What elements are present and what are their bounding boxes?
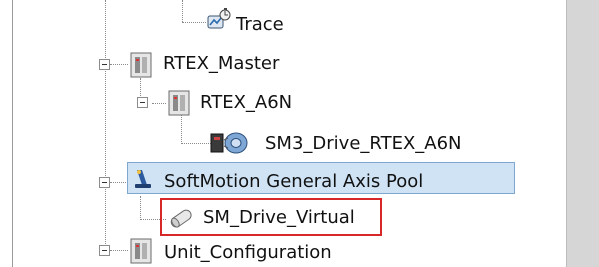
collapse-icon[interactable]: [99, 245, 110, 256]
tree-guide-line: [110, 64, 128, 65]
device-module-icon: [130, 52, 152, 82]
virtual-drive-icon: [166, 205, 198, 235]
scrollbar-border: [566, 0, 567, 267]
collapse-icon[interactable]: [99, 177, 110, 188]
tree-left-border: [12, 0, 13, 267]
tree-guide-line: [182, 0, 183, 22]
trace-icon: [207, 8, 233, 34]
tree-guide-line: [110, 250, 128, 251]
axis-pool-icon: [133, 168, 153, 194]
collapse-icon[interactable]: [99, 59, 110, 70]
tree-guide-line: [181, 143, 211, 144]
tree-item-label: Unit_Configuration: [164, 242, 332, 263]
collapse-icon[interactable]: [137, 97, 148, 108]
tree-guide-line: [110, 182, 128, 183]
servo-drive-icon: [210, 128, 250, 160]
tree-item-label: SM3_Drive_RTEX_A6N: [265, 133, 462, 154]
tree-guide-line: [105, 0, 106, 252]
tree-guide-line: [152, 103, 166, 104]
tree-guide-line: [140, 196, 141, 220]
device-tree-panel: Trace RTEX_Master RTEX_A6N SM3_Drive_RTE…: [0, 0, 566, 267]
tree-guide-line: [182, 22, 206, 23]
tree-item-label: SM_Drive_Virtual: [203, 207, 355, 228]
tree-item-label: RTEX_A6N: [200, 92, 293, 113]
device-module-icon: [168, 90, 190, 120]
device-module-icon: [130, 238, 152, 267]
tree-item-label: RTEX_Master: [163, 53, 280, 74]
tree-item-label: SoftMotion General Axis Pool: [164, 171, 424, 192]
vertical-scrollbar[interactable]: [566, 0, 599, 267]
tree-item-label: Trace: [236, 14, 284, 35]
